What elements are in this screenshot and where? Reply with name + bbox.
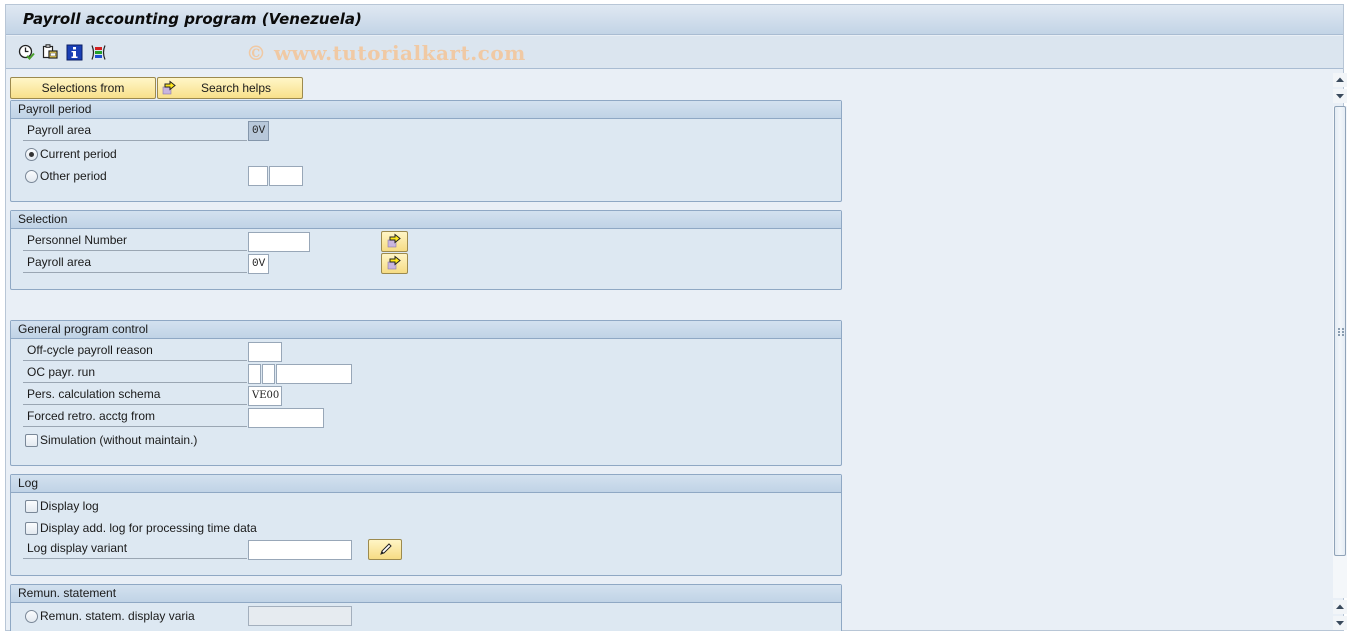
caret-up-icon xyxy=(1336,77,1344,82)
application-toolbar: © www.tutorialkart.com xyxy=(6,36,1343,69)
selection-payroll-area-label: Payroll area xyxy=(23,253,247,273)
forced-retro-field[interactable] xyxy=(248,408,324,428)
remun-display-variant-radio[interactable]: Remun. statem. display varia xyxy=(25,607,195,625)
search-helps-label: Search helps xyxy=(200,81,272,95)
display-add-log-label: Display add. log for processing time dat… xyxy=(40,521,257,535)
oc-run-field-3[interactable] xyxy=(276,364,352,384)
remun-statement-group: Remun. statement Remun. statem. display … xyxy=(10,584,842,631)
scroll-up-button[interactable] xyxy=(1333,73,1347,87)
payroll-period-group: Payroll period Payroll area 0V Current p… xyxy=(10,100,842,202)
page-title: Payroll accounting program (Venezuela) xyxy=(23,10,362,28)
checkbox-unchecked-icon xyxy=(25,433,38,447)
caret-down-icon xyxy=(1336,621,1344,626)
scroll-page-up-button[interactable] xyxy=(1333,600,1347,614)
pencil-icon xyxy=(378,542,393,560)
scroll-thumb[interactable] xyxy=(1334,106,1346,556)
payroll-period-header: Payroll period xyxy=(11,101,841,119)
info-icon[interactable] xyxy=(66,44,83,61)
payroll-area-label: Payroll area xyxy=(23,121,247,141)
arrow-right-icon xyxy=(162,80,178,102)
copy-variant-icon[interactable] xyxy=(42,44,59,61)
scroll-down-button[interactable] xyxy=(1333,89,1347,103)
edit-log-variant-button[interactable] xyxy=(368,539,402,560)
general-program-control-group: General program control Off-cycle payrol… xyxy=(10,320,842,466)
selections-from-button[interactable]: Selections from xyxy=(10,77,156,99)
other-period-field-2[interactable] xyxy=(269,166,303,186)
oc-run-field-2[interactable] xyxy=(262,364,275,384)
grip-icon xyxy=(1338,328,1344,336)
caret-up-icon xyxy=(1336,604,1344,609)
general-program-control-header: General program control xyxy=(11,321,841,339)
remun-statement-header: Remun. statement xyxy=(11,585,841,603)
oc-run-label: OC payr. run xyxy=(23,363,247,383)
selection-group: Selection Personnel Number Payroll area … xyxy=(10,210,842,290)
radio-unselected-icon xyxy=(25,609,38,623)
payroll-area-field[interactable]: 0V xyxy=(248,121,269,141)
current-period-radio[interactable]: Current period xyxy=(25,145,117,163)
radio-selected-icon xyxy=(25,147,38,161)
display-log-checkbox[interactable]: Display log xyxy=(25,497,99,515)
calculation-schema-label: Pers. calculation schema xyxy=(23,385,247,405)
oc-run-field-1[interactable] xyxy=(248,364,261,384)
sap-window: Payroll accounting program (Venezuela) ©… xyxy=(5,4,1347,631)
other-period-label: Other period xyxy=(40,169,107,183)
arrow-right-icon xyxy=(387,255,403,274)
log-group: Log Display log Display add. log for pro… xyxy=(10,474,842,576)
watermark-text: © www.tutorialkart.com xyxy=(246,41,526,65)
calculation-schema-field[interactable]: VE00 xyxy=(248,386,282,406)
scroll-track[interactable] xyxy=(1333,106,1347,598)
other-period-field-1[interactable] xyxy=(248,166,268,186)
vertical-scrollbar[interactable] xyxy=(1333,73,1347,630)
personnel-number-label: Personnel Number xyxy=(23,231,247,251)
personnel-number-field[interactable] xyxy=(248,232,310,252)
simulation-label: Simulation (without maintain.) xyxy=(40,433,198,447)
scroll-page-down-button[interactable] xyxy=(1333,616,1347,630)
execute-clock-icon[interactable] xyxy=(18,44,35,61)
arrow-right-icon xyxy=(387,233,403,252)
forced-retro-label: Forced retro. acctg from xyxy=(23,407,247,427)
selection-options-icon[interactable] xyxy=(90,44,107,61)
payroll-area-multiple-selection-button[interactable] xyxy=(381,253,408,274)
title-bar: Payroll accounting program (Venezuela) xyxy=(6,5,1343,35)
selection-payroll-area-field[interactable]: 0V xyxy=(248,254,269,274)
display-add-log-checkbox[interactable]: Display add. log for processing time dat… xyxy=(25,519,257,537)
selection-header: Selection xyxy=(11,211,841,229)
search-helps-button[interactable]: Search helps xyxy=(157,77,303,99)
selections-from-label: Selections from xyxy=(41,81,125,95)
current-period-label: Current period xyxy=(40,147,117,161)
display-log-label: Display log xyxy=(40,499,99,513)
log-variant-field[interactable] xyxy=(248,540,352,560)
log-header: Log xyxy=(11,475,841,493)
personnel-number-multiple-selection-button[interactable] xyxy=(381,231,408,252)
radio-unselected-icon xyxy=(25,169,38,183)
offcycle-reason-label: Off-cycle payroll reason xyxy=(23,341,247,361)
checkbox-unchecked-icon xyxy=(25,521,38,535)
log-variant-label: Log display variant xyxy=(23,539,247,559)
caret-down-icon xyxy=(1336,94,1344,99)
remun-display-variant-field xyxy=(248,606,352,626)
remun-display-variant-label: Remun. statem. display varia xyxy=(40,609,195,623)
offcycle-reason-field[interactable] xyxy=(248,342,282,362)
checkbox-unchecked-icon xyxy=(25,499,38,513)
other-period-radio[interactable]: Other period xyxy=(25,167,107,185)
simulation-checkbox[interactable]: Simulation (without maintain.) xyxy=(25,431,197,449)
